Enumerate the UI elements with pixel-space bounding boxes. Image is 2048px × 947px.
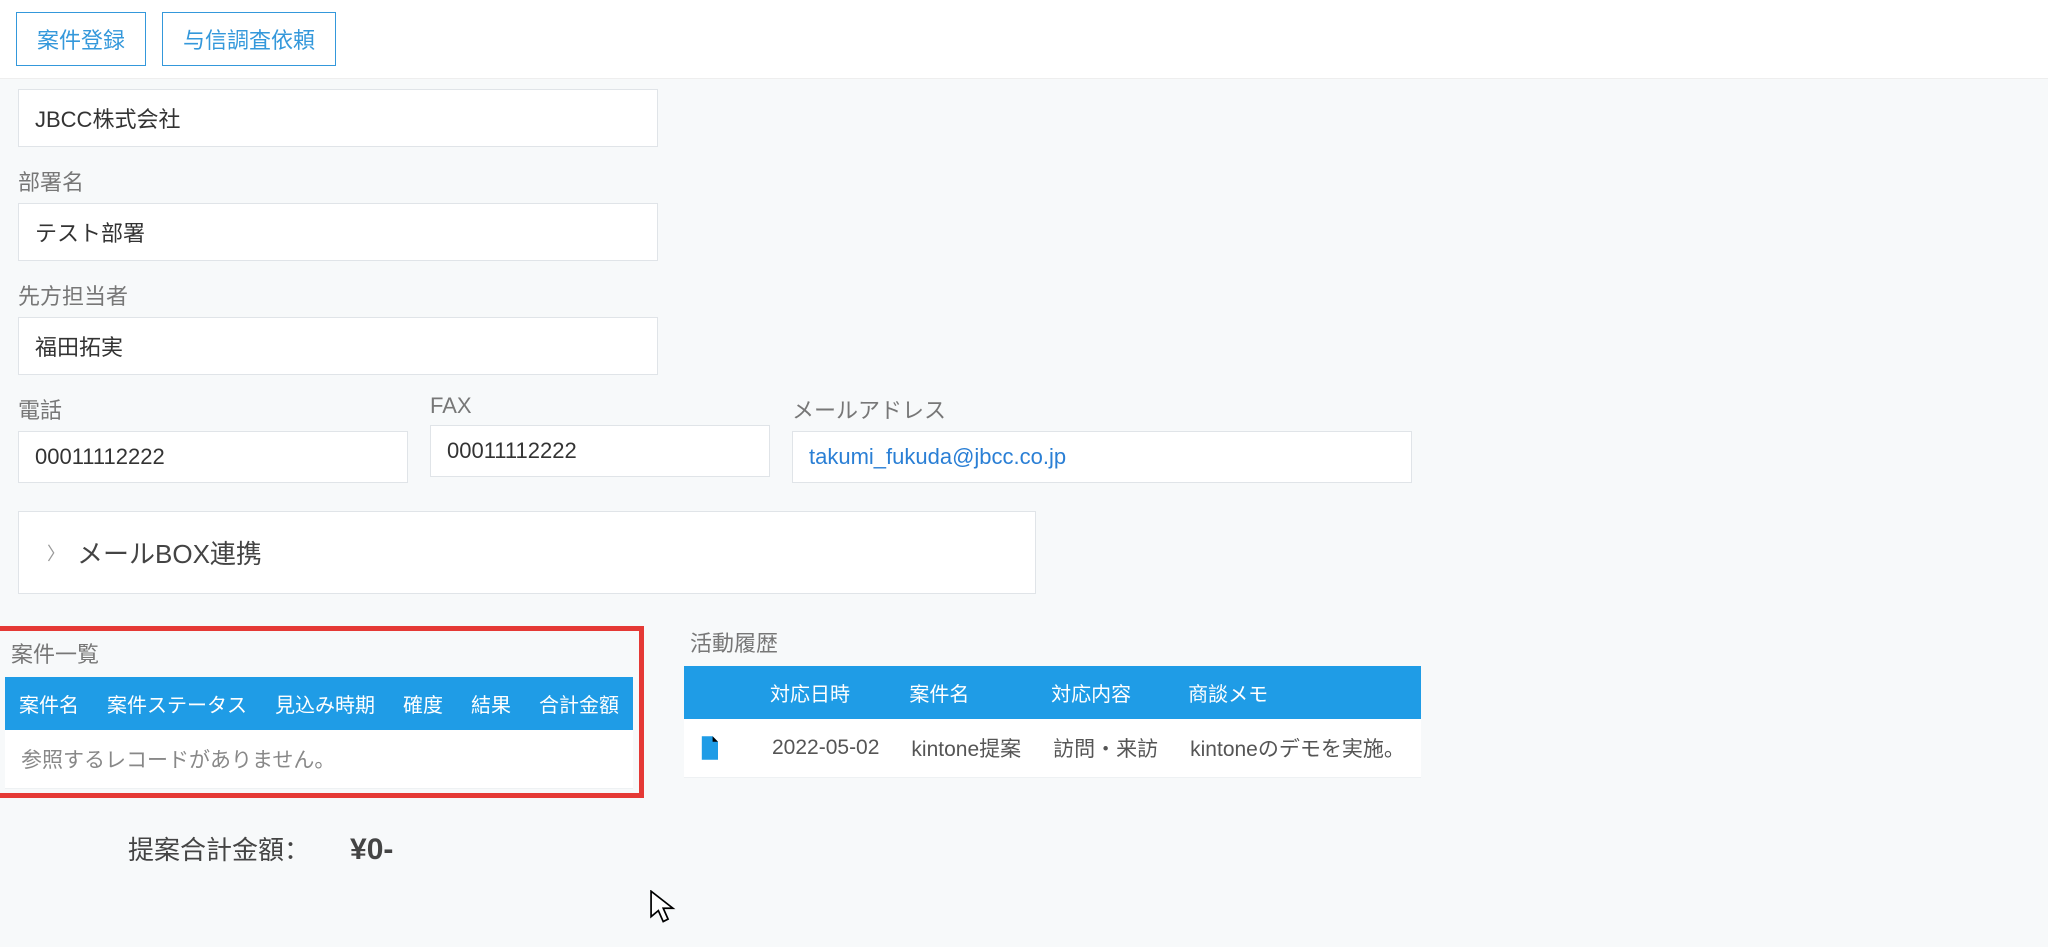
deal-list-title: 案件一覧 xyxy=(5,637,633,669)
activity-col-deal[interactable]: 案件名 xyxy=(895,666,1037,719)
mailbox-expander-label: メールBOX連携 xyxy=(77,534,262,571)
deal-list-empty: 参照するレコードがありません。 xyxy=(5,730,633,789)
activity-col-action[interactable]: 対応内容 xyxy=(1037,666,1174,719)
activity-title: 活動履歴 xyxy=(684,626,1421,658)
activity-row-icon-cell[interactable] xyxy=(684,719,756,778)
activity-row-deal: kintone提案 xyxy=(895,719,1037,778)
activity-row-action: 訪問・来訪 xyxy=(1037,719,1174,778)
activity-panel: 活動履歴 対応日時 案件名 対応内容 商談メモ xyxy=(684,626,1421,778)
action-toolbar: 案件登録 与信調査依頼 xyxy=(0,0,2048,79)
deal-col-result[interactable]: 結果 xyxy=(457,677,525,730)
deal-col-prob[interactable]: 確度 xyxy=(389,677,457,730)
department-field[interactable]: テスト部署 xyxy=(18,203,658,261)
company-field[interactable]: JBCC株式会社 xyxy=(18,89,658,147)
deal-col-period[interactable]: 見込み時期 xyxy=(261,677,389,730)
mouse-cursor-icon xyxy=(648,890,676,924)
mailbox-expander[interactable]: 〉 メールBOX連携 xyxy=(18,511,1036,594)
tel-field[interactable]: 00011112222 xyxy=(18,431,408,483)
proposal-total-label: 提案合計金額： xyxy=(128,830,310,867)
deal-list-panel: 案件一覧 案件名 案件ステータス 見込み時期 確度 結果 合計金額 xyxy=(5,637,633,789)
table-row[interactable]: 2022-05-02 kintone提案 訪問・来訪 kintoneのデモを実施… xyxy=(684,719,1421,778)
activity-col-date[interactable]: 対応日時 xyxy=(756,666,895,719)
deal-col-name[interactable]: 案件名 xyxy=(5,677,93,730)
activity-row-date: 2022-05-02 xyxy=(756,719,895,778)
proposal-total-value: ¥0- xyxy=(350,833,393,867)
activity-col-memo[interactable]: 商談メモ xyxy=(1174,666,1421,719)
email-label: メールアドレス xyxy=(792,393,1412,425)
deal-list-highlight: 案件一覧 案件名 案件ステータス 見込み時期 確度 結果 合計金額 xyxy=(0,626,644,798)
deal-list-table: 案件名 案件ステータス 見込み時期 確度 結果 合計金額 参照するレコードがあり… xyxy=(5,677,633,789)
fax-label: FAX xyxy=(430,393,770,419)
contact-label: 先方担当者 xyxy=(18,279,2030,311)
department-label: 部署名 xyxy=(18,165,2030,197)
deal-col-total[interactable]: 合計金額 xyxy=(525,677,633,730)
proposal-total-summary: 提案合計金額： ¥0- xyxy=(18,830,2030,867)
deal-col-status[interactable]: 案件ステータス xyxy=(93,677,261,730)
email-field[interactable]: takumi_fukuda@jbcc.co.jp xyxy=(792,431,1412,483)
activity-row-memo: kintoneのデモを実施。 xyxy=(1174,719,1421,778)
contact-field[interactable]: 福田拓実 xyxy=(18,317,658,375)
chevron-right-icon: 〉 xyxy=(47,540,65,566)
tel-label: 電話 xyxy=(18,393,408,425)
fax-field[interactable]: 00011112222 xyxy=(430,425,770,477)
document-icon xyxy=(700,736,718,760)
table-row-empty: 参照するレコードがありません。 xyxy=(5,730,633,789)
activity-table: 対応日時 案件名 対応内容 商談メモ 202 xyxy=(684,666,1421,778)
register-deal-button[interactable]: 案件登録 xyxy=(16,12,146,66)
credit-check-button[interactable]: 与信調査依頼 xyxy=(162,12,336,66)
activity-col-icon xyxy=(684,666,756,719)
